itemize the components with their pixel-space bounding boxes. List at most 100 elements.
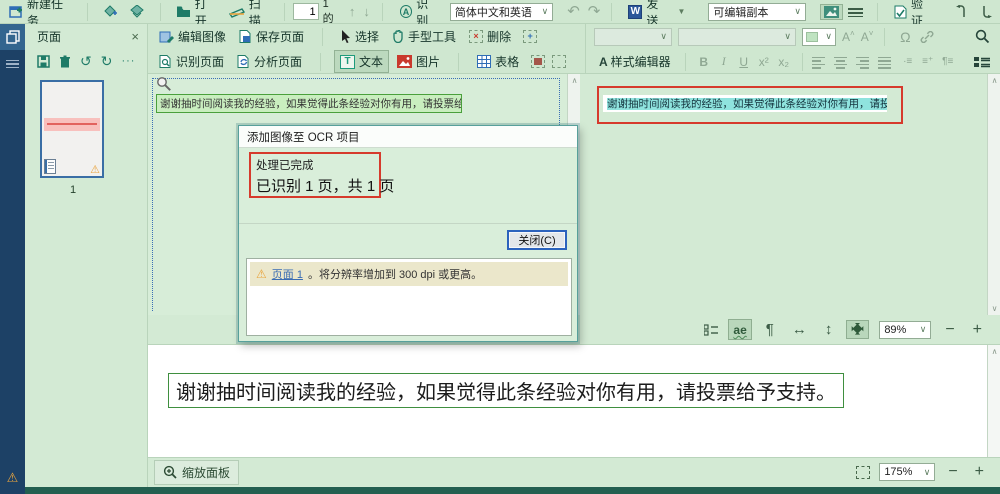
scanned-text-block[interactable]: 谢谢抽时间阅读我的经验，如果觉得此条经验对你有用，请投票给予支持。 xyxy=(156,94,462,113)
hyperlink-button[interactable] xyxy=(920,31,934,43)
add-area-icon[interactable]: + xyxy=(523,30,537,43)
text-properties-button[interactable] xyxy=(974,56,990,68)
selection-zoom-icon[interactable] xyxy=(856,466,870,479)
analyze-page-button[interactable]: 分析页面 xyxy=(232,51,307,72)
rotate-right-button[interactable] xyxy=(976,3,1000,20)
delete-page-button[interactable] xyxy=(59,55,71,68)
scroll-up-icon[interactable]: ∧ xyxy=(988,347,1000,356)
zoom-out-button[interactable]: − xyxy=(941,319,958,341)
main-zoom-dropdown[interactable]: 175% ∨ xyxy=(879,463,935,481)
fit-height-button[interactable]: ↕ xyxy=(821,319,837,340)
chevron-down-icon: ∨ xyxy=(784,31,791,42)
show-image-view-button[interactable] xyxy=(820,4,843,20)
thumbnail-page-number: 1 xyxy=(25,184,121,196)
font-color-dropdown[interactable]: ∨ xyxy=(802,28,836,46)
main-zoom-in-button[interactable]: + xyxy=(971,461,988,483)
top-toolbar: 新建任务 打开 扫描 1的 ↑ ↓ A 识别 简体中文和英语 ∨ ↶ ↷ W 发… xyxy=(0,0,1000,24)
show-text-view-button[interactable] xyxy=(845,5,866,19)
zoom-panel: 谢谢抽时间阅读我的经验，如果觉得此条经验对你有用，请投票给予支持。 ∧ xyxy=(148,345,1000,458)
language-dropdown[interactable]: 简体中文和英语 ∨ xyxy=(450,3,553,21)
align-left-button[interactable] xyxy=(812,55,825,69)
style-editor-button[interactable]: A 样式编辑器 xyxy=(594,51,676,72)
fit-width-button[interactable]: ↔ xyxy=(788,319,811,340)
increase-font-button[interactable]: A˄ xyxy=(842,29,855,44)
recognized-text-line[interactable]: 谢谢抽时间阅读我的经验，如果觉得此条经验对你有用，请投票给予支持。 xyxy=(603,95,887,112)
word-icon: W xyxy=(628,5,642,19)
rail-list-tab[interactable] xyxy=(0,50,25,76)
background-picture-area-icon[interactable] xyxy=(531,55,545,68)
zoomed-text-block[interactable]: 谢谢抽时间阅读我的经验，如果觉得此条经验对你有用，请投票给予支持。 xyxy=(168,373,844,408)
pages-panel: 页面 × ↺ ↻ ··· ⚠ 1 xyxy=(25,24,148,487)
delete-area-button[interactable]: × 删除 xyxy=(464,26,516,47)
save-page-button[interactable]: 保存页面 xyxy=(234,26,309,47)
superscript-button[interactable]: x² xyxy=(755,55,773,69)
rail-pages-tab[interactable] xyxy=(0,24,25,50)
rotate-cw-button[interactable]: ↻ xyxy=(101,53,113,70)
rotate-left-button[interactable] xyxy=(948,3,972,20)
page-number-input[interactable] xyxy=(293,3,319,20)
text-toolbar-row-1: ∨ ∨ ∨ A˄ A˅ Ω xyxy=(586,24,1000,49)
indent-button[interactable]: ≡⁺ xyxy=(919,56,937,67)
add-pages-button[interactable] xyxy=(98,3,123,21)
fit-page-button[interactable] xyxy=(846,320,869,339)
pages-stack-button[interactable] xyxy=(125,3,150,21)
table-area-tool-button[interactable]: 表格 xyxy=(472,51,524,72)
main-zoom-out-button[interactable]: − xyxy=(944,461,961,483)
text-pane[interactable]: 谢谢抽时间阅读我的经验，如果觉得此条经验对你有用，请投票给予支持。 ∧ ∨ xyxy=(580,74,1000,315)
hand-tool-button[interactable]: 手型工具 xyxy=(387,26,461,47)
warning-page-link[interactable]: 页面 1 xyxy=(272,266,303,282)
send-mode-dropdown[interactable]: 可编辑副本 ∨ xyxy=(708,3,806,21)
divider xyxy=(802,53,803,71)
recognition-area-icon[interactable] xyxy=(552,55,566,68)
dialog-close-button[interactable]: 关闭(C) xyxy=(507,230,567,250)
more-options-button[interactable]: ··· xyxy=(121,55,135,67)
rotate-ccw-button[interactable]: ↺ xyxy=(80,53,92,70)
text-area-tool-button[interactable]: T 文本 xyxy=(334,50,389,73)
paragraph-marks-button[interactable]: ¶ xyxy=(762,319,778,340)
page-of-label: 1的 xyxy=(323,0,339,26)
zoom-in-button[interactable]: + xyxy=(969,319,986,341)
style-dropdown[interactable]: ∨ xyxy=(594,28,672,46)
pages-panel-close-button[interactable]: × xyxy=(131,29,139,44)
page-down-button[interactable]: ↓ xyxy=(363,5,370,18)
select-tool-button[interactable]: 选择 xyxy=(336,26,384,47)
undo-button[interactable]: ↶ xyxy=(567,4,580,19)
show-uncertain-chars-button[interactable]: ae xyxy=(728,319,751,340)
picture-area-tool-button[interactable]: 图片 xyxy=(392,51,445,72)
align-center-button[interactable] xyxy=(834,55,847,69)
redo-button[interactable]: ↷ xyxy=(588,4,601,19)
paragraph-settings-button[interactable]: ¶≡ xyxy=(939,56,957,67)
font-dropdown[interactable]: ∨ xyxy=(678,28,796,46)
save-pages-button[interactable] xyxy=(37,55,50,68)
recognize-page-button[interactable]: 识别页面 xyxy=(154,51,229,72)
bold-button[interactable]: B xyxy=(695,55,713,69)
text-pane-scrollbar[interactable]: ∧ ∨ xyxy=(987,74,1000,315)
page-thumbnail[interactable]: ⚠ xyxy=(40,80,104,178)
subscript-button[interactable]: x₂ xyxy=(775,55,793,69)
hand-tool-label: 手型工具 xyxy=(408,28,456,45)
edit-image-button[interactable]: 编辑图像 xyxy=(154,26,231,47)
decrease-font-button[interactable]: A˅ xyxy=(861,29,874,44)
underline-button[interactable]: U xyxy=(735,55,753,69)
scroll-up-icon[interactable]: ∧ xyxy=(988,76,1000,85)
chevron-down-icon[interactable]: ▼ xyxy=(677,7,685,16)
search-button[interactable] xyxy=(975,29,990,44)
zoom-panel-scrollbar[interactable]: ∧ xyxy=(987,345,1000,457)
insert-symbol-button[interactable]: Ω xyxy=(896,29,914,45)
zoom-panel-zoom-dropdown[interactable]: 89% ∨ xyxy=(879,321,931,339)
rail-warning-icon[interactable]: ⚠ xyxy=(0,470,25,486)
scroll-down-icon[interactable]: ∨ xyxy=(988,304,1000,313)
dialog-progress-line: 已识别 1 页，共 1 页 xyxy=(256,175,374,196)
zoom-properties-button[interactable] xyxy=(704,324,718,336)
italic-button[interactable]: I xyxy=(715,54,733,69)
zoom-panel-toggle-button[interactable]: 缩放面板 xyxy=(154,460,239,485)
add-images-dialog[interactable]: 添加图像至 OCR 项目 处理已完成 已识别 1 页，共 1 页 关闭(C) ⚠… xyxy=(238,125,578,342)
align-right-button[interactable] xyxy=(856,55,869,69)
align-justify-button[interactable] xyxy=(878,55,891,69)
page-up-button[interactable]: ↑ xyxy=(349,5,356,18)
text-area-label: 文本 xyxy=(359,53,383,70)
annotation-box-recognized-text: 谢谢抽时间阅读我的经验，如果觉得此条经验对你有用，请投票给予支持。 xyxy=(597,86,903,124)
status-zoom-controls: 175% ∨ − + xyxy=(856,461,988,483)
dialog-title-bar[interactable]: 添加图像至 OCR 项目 xyxy=(239,126,577,148)
line-spacing-button[interactable]: ·≡ xyxy=(899,56,917,67)
